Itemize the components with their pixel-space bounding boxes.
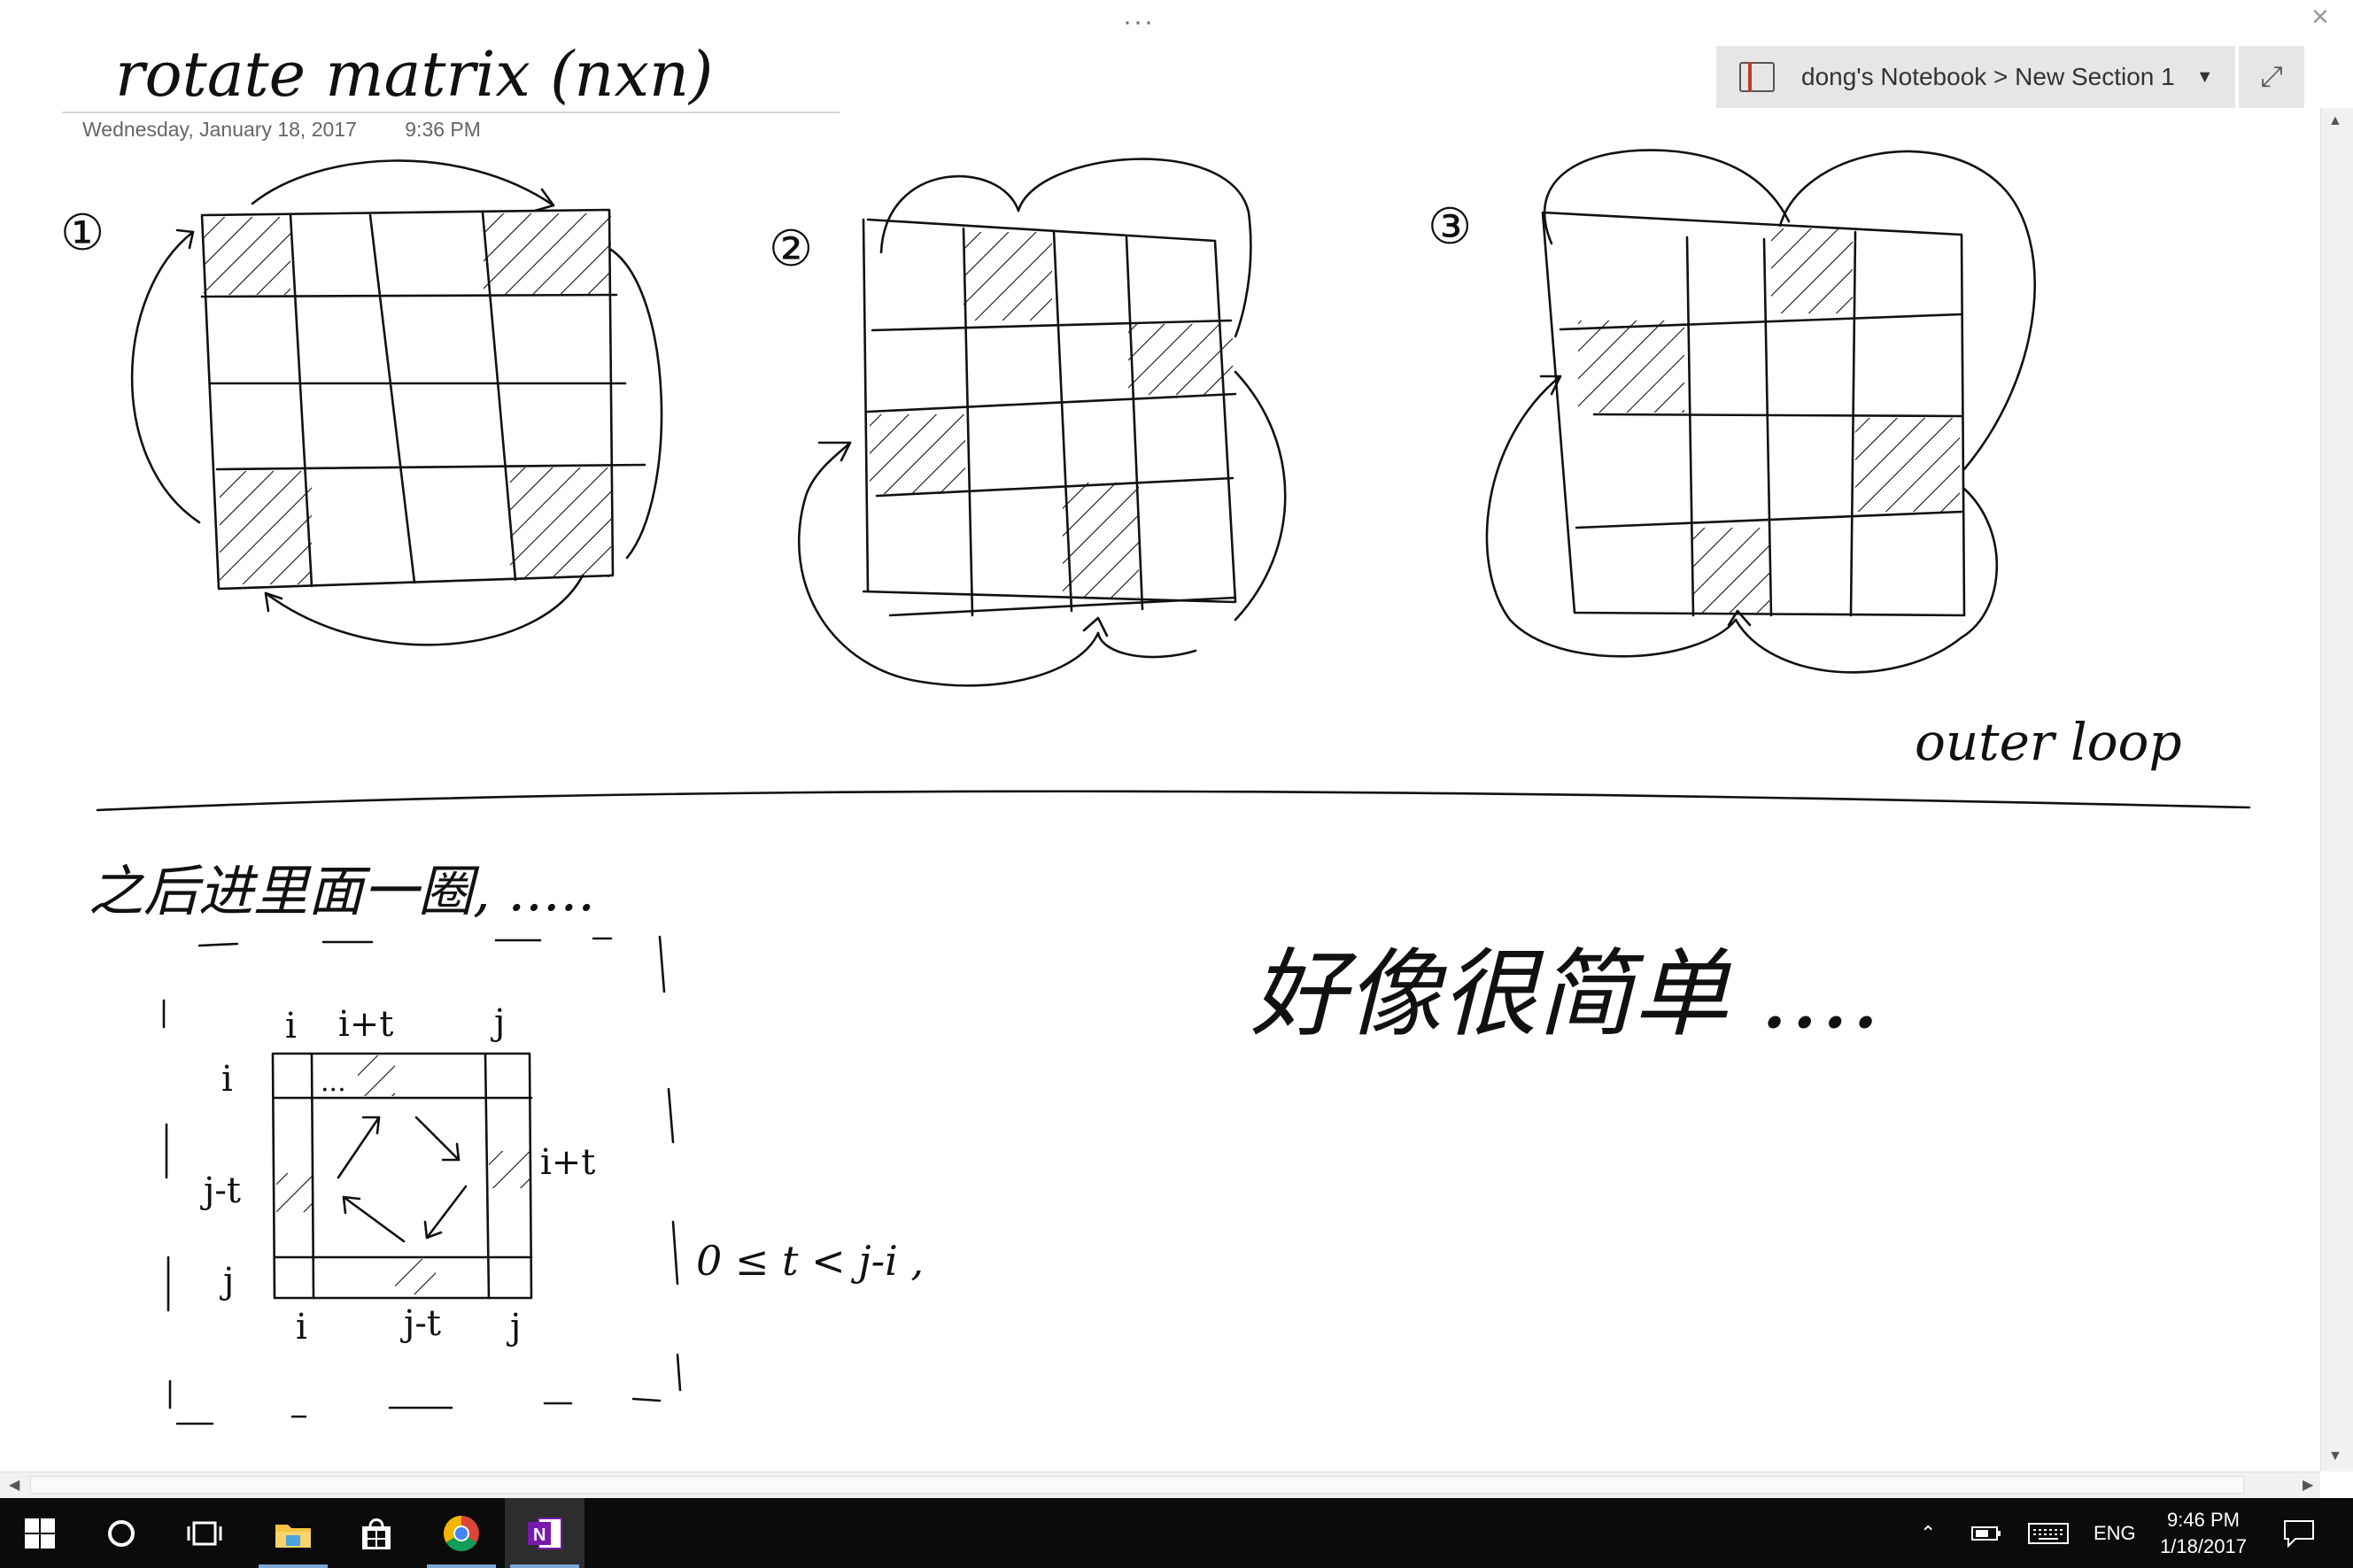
matrix-diagram-1: ① bbox=[60, 159, 663, 646]
action-center-icon[interactable] bbox=[2283, 1498, 2315, 1568]
dots-inner: ... bbox=[321, 1067, 346, 1098]
chrome-icon bbox=[444, 1515, 479, 1551]
outer-loop-label: outer loop bbox=[1915, 712, 2182, 772]
store-bag-icon bbox=[362, 1518, 391, 1549]
cortana-search[interactable] bbox=[81, 1498, 161, 1568]
handwritten-ink-canvas[interactable]: rotate matrix (nxn) ① ② ③ outer loop 之后进… bbox=[0, 0, 2320, 1471]
horizontal-scroll-thumb[interactable] bbox=[30, 1476, 2244, 1494]
label-j-bottom: j bbox=[507, 1307, 521, 1348]
label-j-left: j bbox=[220, 1261, 234, 1302]
cortana-ring-icon bbox=[108, 1519, 135, 1547]
step-2-label: ② bbox=[769, 220, 813, 278]
step-1-label: ① bbox=[60, 205, 104, 262]
task-view-icon bbox=[187, 1521, 222, 1545]
onenote-icon: N bbox=[528, 1517, 562, 1549]
label-it-top: i+t bbox=[338, 1004, 393, 1045]
windows-logo-icon bbox=[25, 1518, 55, 1549]
chevron-up-icon: ⌃ bbox=[1920, 1521, 1937, 1544]
matrix-diagram-3: ③ bbox=[1428, 149, 2036, 674]
label-it-right: i+t bbox=[540, 1142, 595, 1183]
inner-ring-dashed-box bbox=[162, 935, 682, 1425]
store[interactable] bbox=[337, 1498, 416, 1568]
label-jt-bottom: j-t bbox=[400, 1303, 441, 1344]
label-jt-left: j-t bbox=[200, 1170, 241, 1211]
scroll-right-icon[interactable]: ▶ bbox=[2303, 1476, 2313, 1494]
touch-keyboard-icon[interactable] bbox=[2028, 1498, 2069, 1568]
scroll-up-icon[interactable]: ▲ bbox=[2328, 113, 2342, 129]
scroll-left-icon[interactable]: ◀ bbox=[9, 1476, 19, 1494]
page-title: rotate matrix (nxn) bbox=[115, 38, 713, 111]
onenote[interactable]: N bbox=[505, 1498, 584, 1568]
folder-icon bbox=[275, 1524, 311, 1548]
file-explorer[interactable] bbox=[253, 1498, 333, 1568]
label-i-left: i bbox=[221, 1059, 233, 1100]
task-view[interactable] bbox=[165, 1498, 244, 1568]
label-j-top: j bbox=[491, 1002, 505, 1043]
easy-note: 好像很简单 .... bbox=[1250, 939, 1881, 1050]
section-divider bbox=[96, 790, 2251, 812]
clock-date: 1/18/2017 bbox=[2160, 1535, 2247, 1557]
inner-ring-sketch: i i+t j i j-t j i+t i j-t j ... bbox=[200, 1002, 595, 1348]
matrix-diagram-2: ② bbox=[769, 158, 1287, 687]
inner-loop-note: 之后进里面一圈, ..... bbox=[89, 859, 595, 923]
svg-text:N: N bbox=[533, 1526, 546, 1545]
onenote-page[interactable]: ··· × dong's Notebook > New Section 1 ▼ … bbox=[0, 0, 2353, 1471]
step-3-label: ③ bbox=[1428, 198, 1472, 256]
taskbar-clock[interactable]: 9:46 PM 1/18/2017 bbox=[2150, 1507, 2256, 1560]
scroll-down-icon[interactable]: ▼ bbox=[2328, 1448, 2342, 1464]
start-button[interactable] bbox=[0, 1498, 80, 1568]
vertical-scrollbar[interactable]: ▲ ▼ bbox=[2320, 108, 2353, 1471]
label-i-top: i bbox=[285, 1006, 297, 1047]
taskbar: N ⌃ ENG 9:46 PM 1/18/2017 bbox=[0, 1498, 2353, 1568]
language-indicator[interactable]: ENG bbox=[2094, 1498, 2136, 1568]
clock-time: 9:46 PM bbox=[2167, 1509, 2240, 1531]
loop-condition: 0 ≤ t < j-i , bbox=[696, 1237, 924, 1285]
show-hidden-icons-button[interactable]: ⌃ bbox=[1920, 1498, 1936, 1568]
battery-icon[interactable] bbox=[1971, 1498, 2001, 1568]
chrome[interactable] bbox=[422, 1498, 501, 1568]
horizontal-scrollbar[interactable]: ◀ ▶ bbox=[0, 1471, 2320, 1499]
label-i-bottom: i bbox=[296, 1307, 307, 1348]
